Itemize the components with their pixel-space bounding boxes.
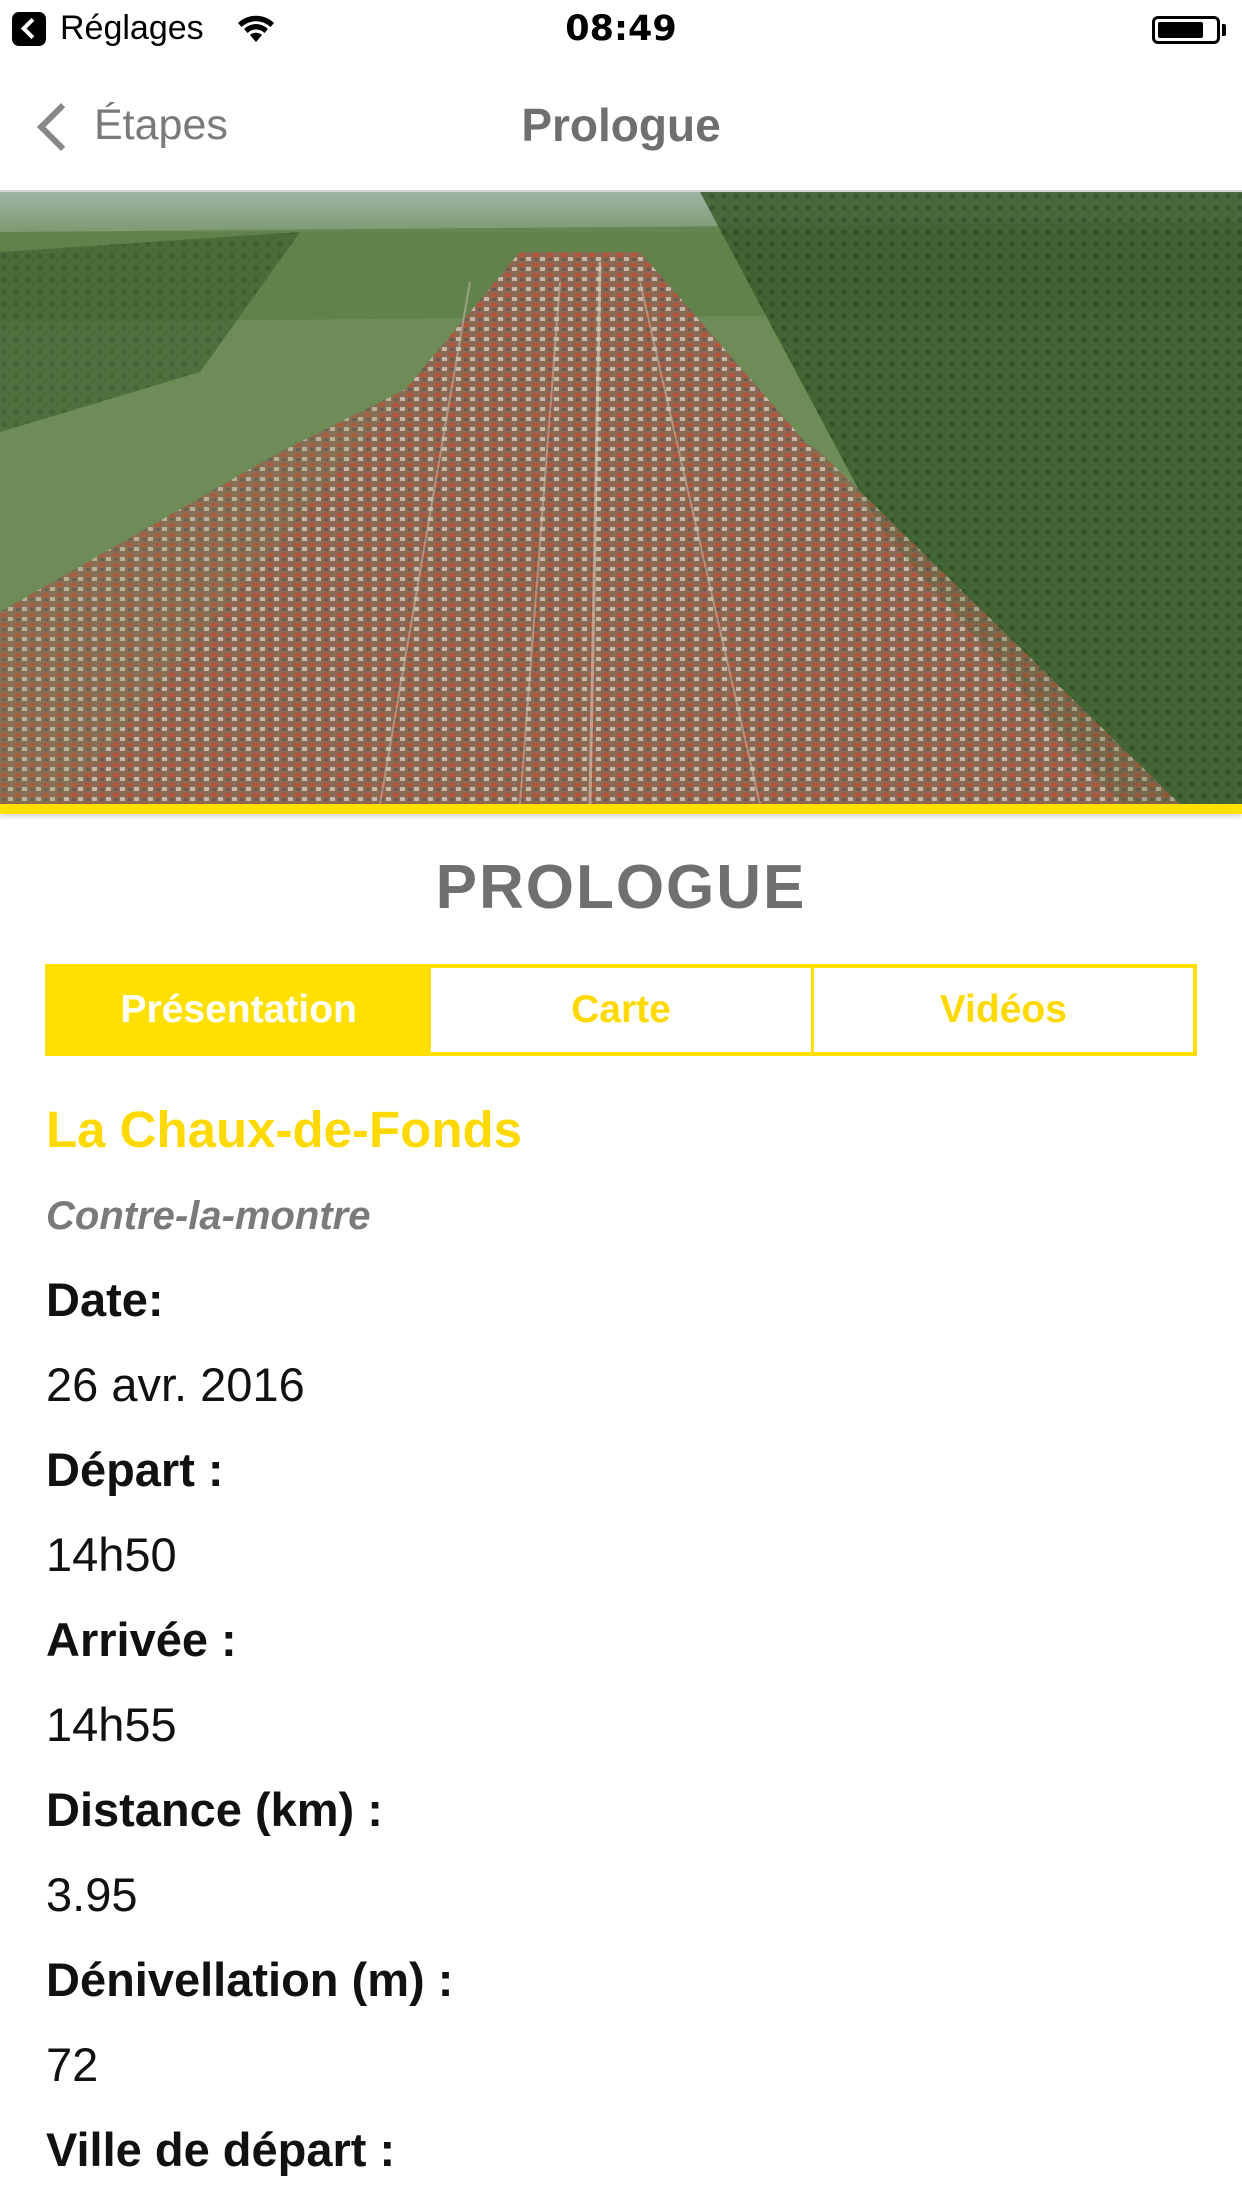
stage-type: Contre-la-montre bbox=[46, 1194, 371, 1238]
battery-icon bbox=[1152, 16, 1220, 44]
date-value: 26 avr. 2016 bbox=[46, 1358, 305, 1411]
tab-carte[interactable]: Carte bbox=[428, 968, 810, 1052]
status-time: 08:49 bbox=[565, 9, 677, 49]
stage-heading: PROLOGUE bbox=[435, 853, 807, 922]
segmented-control: Présentation Carte Vidéos bbox=[45, 964, 1197, 1056]
elevation-value: 72 bbox=[46, 2038, 99, 2091]
departure-value: 14h50 bbox=[46, 1528, 177, 1581]
elevation-label: Dénivellation (m) : bbox=[46, 1953, 454, 2006]
status-bar: Réglages 08:49 bbox=[0, 0, 1242, 60]
aerial-town-image bbox=[0, 192, 1242, 804]
distance-value: 3.95 bbox=[46, 1868, 138, 1921]
stage-details: La Chaux-de-Fonds Contre-la-montre Date:… bbox=[46, 1095, 1196, 2192]
departure-label: Départ : bbox=[46, 1443, 224, 1496]
start-city-label: Ville de départ : bbox=[46, 2123, 396, 2176]
arrival-label: Arrivée : bbox=[46, 1613, 237, 1666]
date-label: Date: bbox=[46, 1273, 164, 1326]
distance-label: Distance (km) : bbox=[46, 1783, 383, 1836]
stage-location: La Chaux-de-Fonds bbox=[46, 1101, 523, 1158]
arrival-value: 14h55 bbox=[46, 1698, 177, 1751]
photo-accent-bar bbox=[0, 804, 1242, 814]
navigation-bar: Étapes Prologue bbox=[0, 60, 1242, 192]
tab-videos[interactable]: Vidéos bbox=[810, 968, 1193, 1052]
page-title: Prologue bbox=[521, 99, 721, 151]
tab-presentation[interactable]: Présentation bbox=[49, 968, 429, 1052]
battery-tip bbox=[1222, 24, 1226, 36]
stage-photo bbox=[0, 192, 1242, 804]
